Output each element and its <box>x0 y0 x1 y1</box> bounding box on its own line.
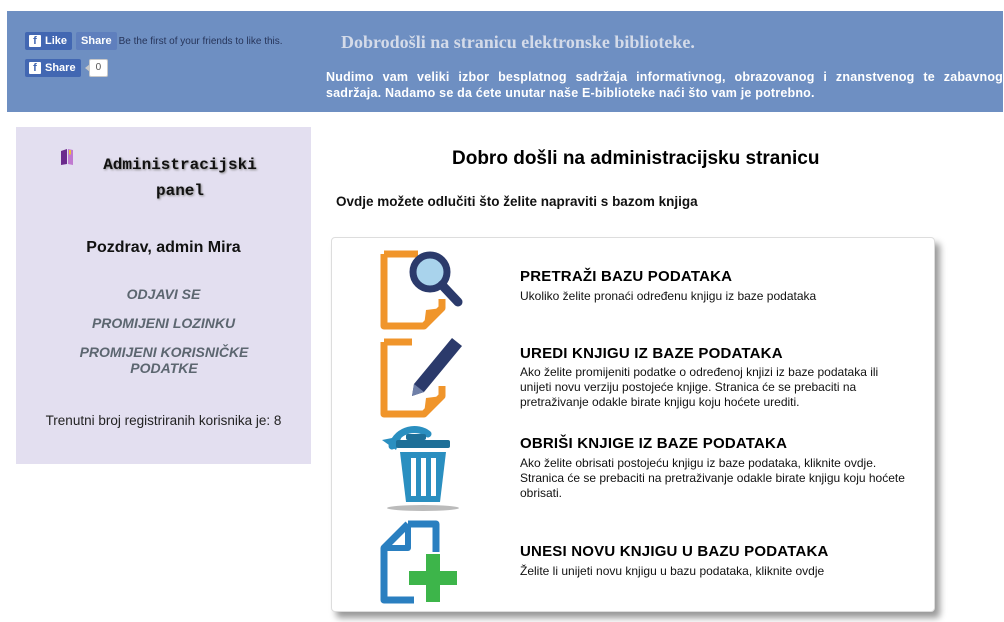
header-title: Dobrodošli na stranicu elektronske bibli… <box>341 32 695 52</box>
panel-title: Administracijski panel <box>103 156 257 200</box>
facebook-icon: f <box>29 35 41 47</box>
action-search-desc: Ukoliko želite pronaći određenu knjigu i… <box>520 289 817 303</box>
action-add-desc: Želite li unijeti novu knjigu u bazu pod… <box>520 564 825 578</box>
facebook-like-button[interactable]: f Like <box>25 32 73 50</box>
facebook-social-text: Be the first of your friends to like thi… <box>118 35 283 47</box>
share-count: 0 <box>84 59 109 77</box>
page-subtitle: Ovdje možete odlučiti što želite napravi… <box>336 194 698 209</box>
change-password-link[interactable]: PROMIJENI LOZINKU <box>16 315 311 331</box>
facebook-like-row: f Like Share Be the first of your friends… <box>25 32 283 50</box>
action-delete-title[interactable]: OBRIŠI KNJIGE IZ BAZE PODATAKA <box>520 435 787 452</box>
registered-users-count: Trenutni broj registriranih korisnika je… <box>45 413 282 428</box>
action-edit-desc: Ako želite promijeniti podatke o određen… <box>520 365 879 409</box>
logout-link[interactable]: ODJAVI SE <box>16 286 311 302</box>
edit-document-icon[interactable] <box>378 334 468 424</box>
site-header: f Like Share Be the first of your friends… <box>7 11 1003 112</box>
facebook-icon: f <box>29 62 41 74</box>
action-search-title[interactable]: PRETRAŽI BAZU PODATAKA <box>520 268 732 285</box>
page-title: Dobro došli na administracijsku stranicu <box>452 148 820 169</box>
action-delete-desc: Ako želite obrisati postojeću knjigu iz … <box>520 456 905 500</box>
facebook-share-row: f Share 0 <box>25 59 109 77</box>
facebook-share-button[interactable]: Share <box>76 32 117 50</box>
action-add-title[interactable]: UNESI NOVU KNJIGU U BAZU PODATAKA <box>520 543 829 560</box>
search-document-icon[interactable] <box>378 244 468 334</box>
trash-icon[interactable] <box>378 424 468 514</box>
facebook-share-count-button[interactable]: f Share <box>25 59 81 77</box>
book-icon <box>61 149 73 165</box>
add-document-icon[interactable] <box>378 518 468 608</box>
actions-card: PRETRAŽI BAZU PODATAKA Ukoliko želite pr… <box>331 237 935 612</box>
action-edit-title[interactable]: UREDI KNJIGU IZ BAZE PODATAKA <box>520 345 783 362</box>
greeting: Pozdrav, admin Mira <box>86 239 241 256</box>
header-description: Nudimo vam veliki izbor besplatnog sadrž… <box>326 70 1003 100</box>
change-user-data-link[interactable]: PROMIJENI KORISNIČKE PODATKE <box>64 344 264 376</box>
admin-sidebar: Administracijski panel Pozdrav, admin Mi… <box>16 127 311 464</box>
